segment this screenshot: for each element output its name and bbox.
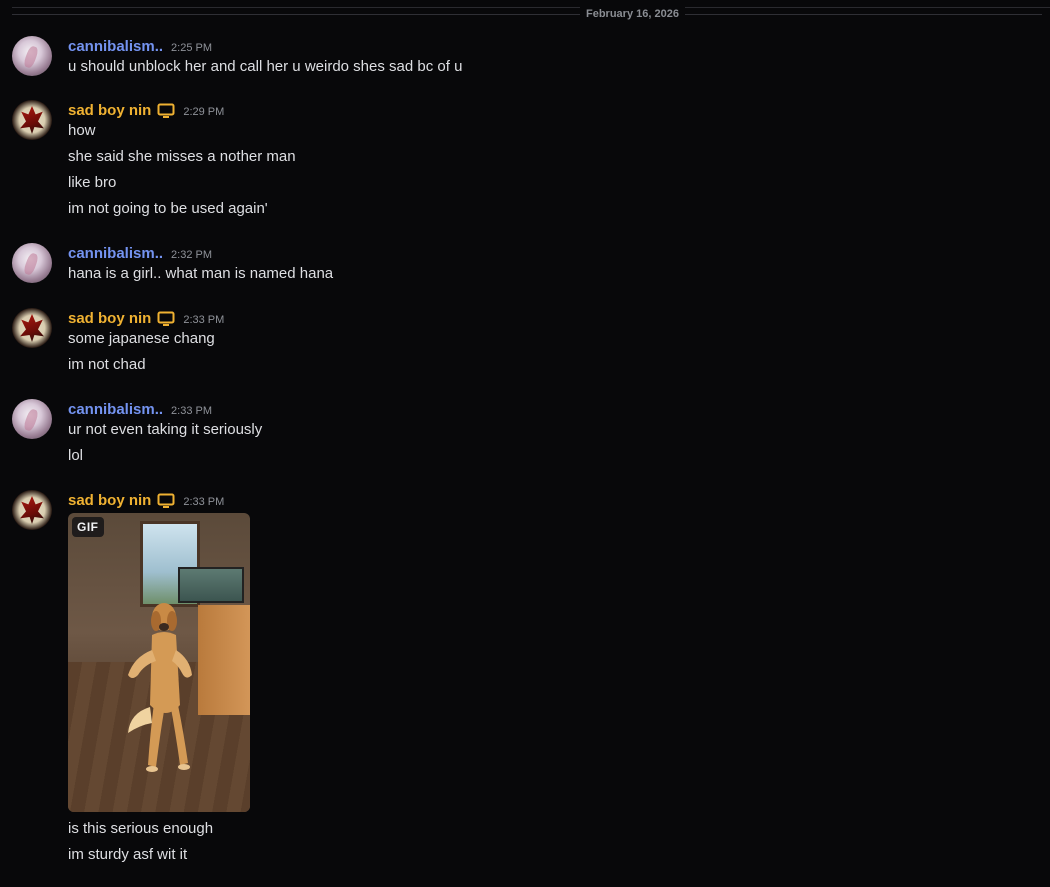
message-header: cannibalism.. 2:33 PM	[68, 399, 212, 421]
avatar[interactable]	[12, 100, 52, 140]
desktop-icon	[157, 103, 175, 118]
desktop-icon	[157, 311, 175, 326]
timestamp[interactable]: 2:32 PM	[171, 246, 212, 262]
message-header: cannibalism.. 2:32 PM	[68, 243, 212, 265]
timestamp[interactable]: 2:29 PM	[183, 103, 224, 119]
avatar[interactable]	[12, 399, 52, 439]
message-header: sad boy nin 2:29 PM	[68, 100, 224, 122]
message-text: she said she misses a nother man	[68, 148, 296, 165]
chat-log: February 16, 2026 cannibalism.. 2:25 PM …	[0, 0, 1050, 887]
date-divider	[12, 14, 1042, 15]
timestamp[interactable]: 2:33 PM	[183, 493, 224, 509]
gif-badge: GIF	[72, 517, 104, 537]
message-text: ur not even taking it seriously	[68, 421, 263, 438]
gif-cabinet	[198, 605, 250, 715]
message-text: im sturdy asf wit it	[68, 846, 188, 863]
author-name[interactable]: sad boy nin	[68, 101, 151, 121]
author-name[interactable]: cannibalism..	[68, 400, 163, 420]
timestamp[interactable]: 2:25 PM	[171, 39, 212, 55]
message-text: like bro	[68, 174, 117, 191]
author-name[interactable]: cannibalism..	[68, 244, 163, 264]
message-text: u should unblock her and call her u weir…	[68, 58, 463, 75]
date-divider-label: February 16, 2026	[580, 7, 685, 21]
message-text: im not going to be used again'	[68, 200, 268, 217]
author-name[interactable]: sad boy nin	[68, 491, 151, 511]
top-rule	[12, 7, 1050, 8]
gif-attachment[interactable]: GIF	[68, 513, 250, 812]
author-name[interactable]: sad boy nin	[68, 309, 151, 329]
avatar[interactable]	[12, 36, 52, 76]
message-text: lol	[68, 447, 84, 464]
message-text: is this serious enough	[68, 820, 214, 837]
avatar[interactable]	[12, 243, 52, 283]
message-text: hana is a girl.. what man is named hana	[68, 265, 334, 282]
message-text: how	[68, 122, 96, 139]
dancing-dog-image	[128, 603, 192, 772]
message-text: im not chad	[68, 356, 146, 373]
desktop-icon	[157, 493, 175, 508]
message-header: cannibalism.. 2:25 PM	[68, 36, 212, 58]
message-text: some japanese chang	[68, 330, 215, 347]
avatar[interactable]	[12, 308, 52, 348]
message-header: sad boy nin 2:33 PM	[68, 308, 224, 330]
avatar[interactable]	[12, 490, 52, 530]
timestamp[interactable]: 2:33 PM	[183, 311, 224, 327]
timestamp[interactable]: 2:33 PM	[171, 402, 212, 418]
message-header: sad boy nin 2:33 PM	[68, 490, 224, 512]
author-name[interactable]: cannibalism..	[68, 37, 163, 57]
